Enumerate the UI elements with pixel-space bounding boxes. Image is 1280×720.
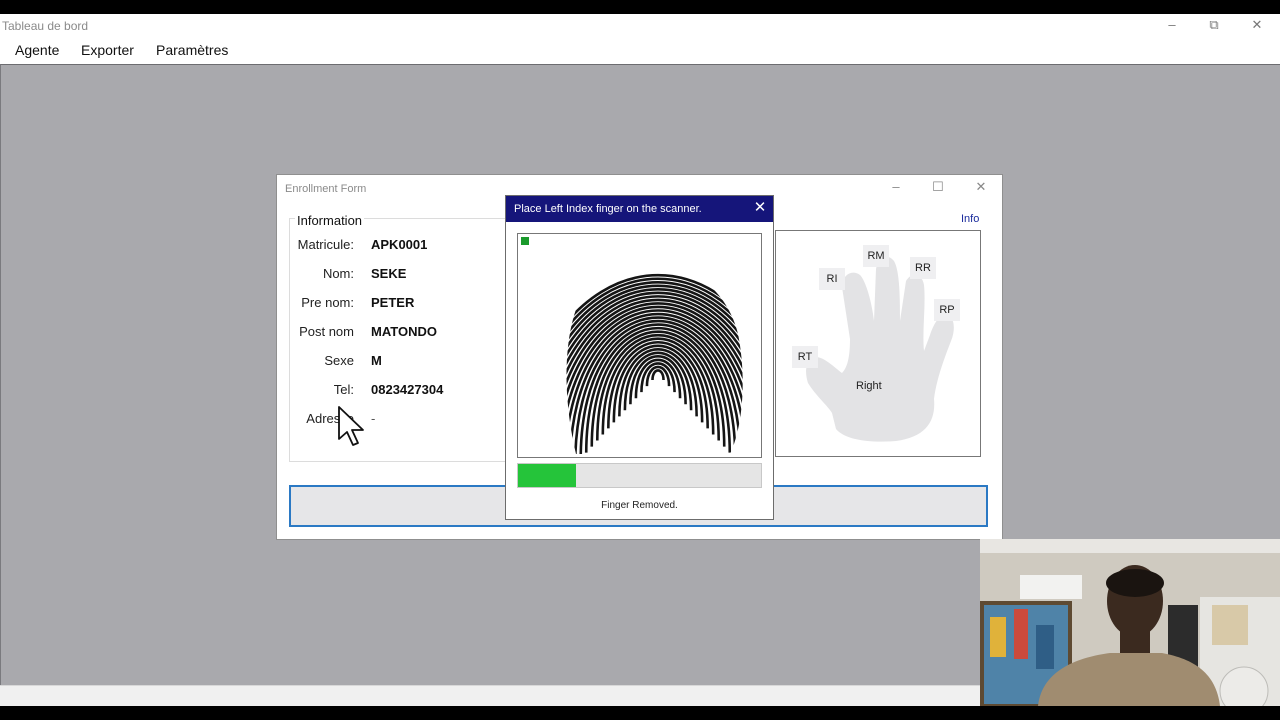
field-value-prenom: PETER [371,295,415,310]
finger-tag-right-pinky[interactable]: RP [934,299,960,321]
finger-tag-right-middle[interactable]: RM [863,245,889,267]
desktop-screen: Tableau de bord – ⧉ ✕ Agente Exporter Pa… [0,14,1280,706]
capture-progress-bar [517,463,762,488]
capture-instruction: Place Left Index finger on the scanner. [514,203,702,215]
close-icon[interactable]: ✕ [1235,14,1279,38]
restore-icon[interactable]: ⧉ [1192,14,1236,38]
webcam-feed [980,539,1280,706]
field-label-prenom: Pre nom: [301,295,354,310]
field-value-adresse: - [371,411,376,426]
field-value-nom: SEKE [371,266,407,281]
field-value-tel: 0823427304 [371,382,444,397]
mouse-pointer-icon [338,406,364,446]
maximize-icon[interactable]: ☐ [928,179,948,195]
field-label-matricule: Matricule: [297,237,354,252]
finger-tag-right-thumb[interactable]: RT [792,346,818,368]
menu-parametres[interactable]: Paramètres [156,42,228,58]
finger-tag-right-index[interactable]: RI [819,268,845,290]
menu-exporter[interactable]: Exporter [81,42,134,58]
field-value-postnom: MATONDO [371,324,437,339]
finger-tag-right-ring[interactable]: RR [910,257,936,279]
fingerprint-image [566,274,743,455]
field-label-tel: Tel: [333,382,354,397]
minimize-icon[interactable]: – [1150,14,1194,38]
menu-bar: Agente Exporter Paramètres [0,38,1280,64]
enrollment-form-title: Enrollment Form [285,183,367,195]
capture-progress-fill [518,464,577,487]
info-link[interactable]: Info [961,213,979,225]
minimize-icon[interactable]: – [886,179,906,194]
window-title: Tableau de bord [2,19,89,33]
information-legend: Information [295,213,365,228]
capture-status: Finger Removed. [601,500,678,511]
field-label-sexe: Sexe [324,353,354,368]
menu-agente[interactable]: Agente [15,42,59,58]
capture-dialog-header: Place Left Index finger on the scanner. … [506,196,773,222]
hand-side-label: Right [856,380,882,392]
finger-selection-panel: RT RI RM RR RP Right [775,230,981,457]
fingerprint-capture-dialog: Place Left Index finger on the scanner. … [505,195,774,520]
close-icon[interactable]: ✕ [971,179,991,195]
main-title-bar: Tableau de bord – ⧉ ✕ [0,14,1280,38]
fingerprint-preview [517,233,762,458]
close-icon[interactable]: ✕ [750,198,770,218]
field-label-nom: Nom: [322,266,354,281]
field-value-matricule: APK0001 [371,237,428,252]
field-value-sexe: M [371,353,382,368]
field-label-postnom: Post nom [299,324,354,339]
